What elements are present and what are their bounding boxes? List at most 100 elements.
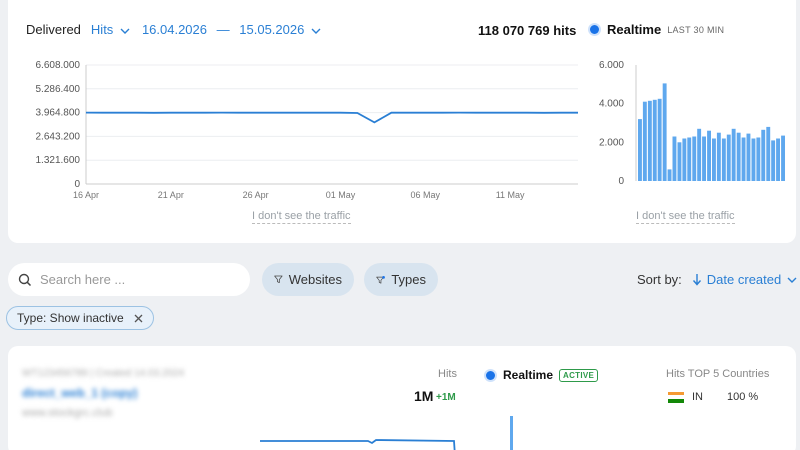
date-to: 15.05.2026 xyxy=(239,22,305,37)
y-tick-label: 6.000 xyxy=(599,60,624,71)
india-flag-icon xyxy=(668,391,684,403)
active-filter-label: Type: Show inactive xyxy=(17,311,124,325)
hits-value: 1M xyxy=(414,388,434,404)
y-tick-label: 5.286.400 xyxy=(36,84,81,95)
y-tick-label: 1.321.600 xyxy=(36,155,81,166)
realtime-bar-chart: 6.000 4.000 2.000 0 xyxy=(599,60,785,187)
realtime-bar xyxy=(657,98,662,181)
realtime-bar xyxy=(766,126,771,181)
date-from: 16.04.2026 xyxy=(141,22,208,37)
website-realtime-title: Realtime xyxy=(503,368,554,382)
sort-control: Sort by: Date created xyxy=(637,272,797,287)
arrow-down-icon xyxy=(692,274,701,286)
sort-value: Date created xyxy=(706,272,782,287)
y-tick-label: 0 xyxy=(618,176,624,187)
filter-row: Delivered Hits 16.04.2026 — 15.05.2026 xyxy=(26,22,321,37)
country-row: IN 100 % xyxy=(668,391,758,403)
realtime-bar xyxy=(672,136,677,181)
x-tick-label: 21 Apr xyxy=(158,190,184,200)
realtime-bar xyxy=(692,136,697,181)
realtime-bar xyxy=(716,132,721,181)
realtime-bar xyxy=(726,134,731,181)
realtime-bar xyxy=(702,136,706,181)
stats-card: Delivered Hits 16.04.2026 — 15.05.2026 1… xyxy=(8,0,796,243)
website-realtime-header: Realtime ACTIVE xyxy=(486,368,599,382)
hits-series-line xyxy=(85,111,578,124)
close-icon[interactable] xyxy=(134,314,143,323)
realtime-bar xyxy=(756,137,761,181)
realtime-bar xyxy=(652,99,657,181)
types-filter-button[interactable]: Types xyxy=(364,263,438,296)
realtime-bar xyxy=(687,137,692,181)
chevron-down-icon xyxy=(787,277,797,283)
sort-dropdown[interactable]: Date created xyxy=(688,272,797,287)
hits-line-chart: 6.608.000 5.286.400 3.964.800 2.643.200 1.32… xyxy=(36,60,578,200)
realtime-bar xyxy=(741,137,746,181)
search-box xyxy=(8,263,250,296)
y-tick-label: 3.964.800 xyxy=(36,108,81,119)
website-hits-sparkline xyxy=(260,439,456,450)
realtime-bar xyxy=(761,129,766,181)
y-tick-label: 4.000 xyxy=(599,99,624,110)
realtime-bar xyxy=(677,142,682,181)
chevron-down-icon xyxy=(311,28,321,34)
realtime-dot-icon xyxy=(590,25,599,34)
metric-value: Hits xyxy=(90,22,114,37)
realtime-bar xyxy=(736,132,741,181)
date-range-dropdown[interactable]: 16.04.2026 — 15.05.2026 xyxy=(142,22,321,37)
website-meta: WT123456789 | Created 14.03.2024 xyxy=(22,368,185,379)
country-code: IN xyxy=(692,391,703,403)
x-tick-label: 16 Apr xyxy=(73,190,99,200)
realtime-bar xyxy=(731,128,736,181)
search-input[interactable] xyxy=(40,272,230,287)
realtime-bar xyxy=(751,138,756,181)
realtime-bar xyxy=(712,138,716,181)
search-icon xyxy=(18,273,32,286)
realtime-bar xyxy=(697,128,702,181)
realtime-header: Realtime LAST 30 MIN xyxy=(590,22,724,37)
metric-dropdown[interactable]: Hits xyxy=(91,22,130,37)
realtime-bar xyxy=(781,135,785,181)
realtime-title: Realtime xyxy=(607,22,662,37)
y-tick-label: 2.000 xyxy=(599,137,624,148)
no-traffic-link[interactable]: I don't see the traffic xyxy=(252,210,351,224)
total-hits: 118 070 769 hits xyxy=(478,23,577,38)
y-tick-label: 6.608.000 xyxy=(36,60,81,71)
x-tick-label: 26 Apr xyxy=(243,190,269,200)
realtime-bar xyxy=(771,140,776,181)
realtime-bar xyxy=(638,119,642,181)
website-name[interactable]: direct_web_1 (copy) xyxy=(22,386,137,400)
y-tick-label: 2.643.200 xyxy=(36,131,81,142)
websites-filter-label: Websites xyxy=(288,272,342,287)
top-countries-label: Hits TOP 5 Countries xyxy=(666,368,770,380)
metric-label: Delivered xyxy=(26,22,81,37)
websites-filter-button[interactable]: Websites xyxy=(262,263,354,296)
country-percent: 100 % xyxy=(727,391,759,403)
hits-label: Hits xyxy=(438,368,457,380)
active-filter-chip: Type: Show inactive xyxy=(6,306,154,330)
filter-icon xyxy=(274,275,283,284)
active-badge: ACTIVE xyxy=(559,368,599,382)
realtime-dot-icon xyxy=(486,370,495,380)
realtime-bar xyxy=(682,138,687,181)
realtime-bar xyxy=(707,130,711,181)
date-separator: — xyxy=(216,22,230,37)
website-card[interactable]: WT123456789 | Created 14.03.2024 direct_… xyxy=(8,346,796,450)
realtime-subtitle: LAST 30 MIN xyxy=(667,24,725,35)
realtime-bar xyxy=(667,169,672,181)
realtime-bar xyxy=(647,100,652,181)
realtime-bar xyxy=(642,101,647,181)
realtime-bar xyxy=(746,133,751,181)
no-traffic-link-realtime[interactable]: I don't see the traffic xyxy=(636,210,735,224)
y-tick-label: 0 xyxy=(74,179,80,190)
website-url: www.stockgrc.club xyxy=(22,407,113,419)
hits-delta: +1M xyxy=(436,392,456,403)
types-filter-label: Types xyxy=(391,272,426,287)
x-tick-label: 01 May xyxy=(326,190,356,200)
chevron-down-icon xyxy=(120,28,130,34)
x-tick-label: 11 May xyxy=(496,190,525,200)
sort-label: Sort by: xyxy=(637,272,682,287)
realtime-bar xyxy=(721,138,726,181)
filter-active-icon xyxy=(376,275,385,284)
realtime-bar xyxy=(776,138,780,181)
